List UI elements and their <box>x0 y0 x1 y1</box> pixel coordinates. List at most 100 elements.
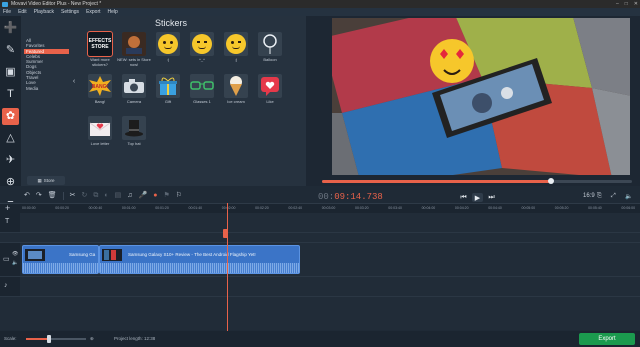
record-icon[interactable]: ● <box>153 192 157 200</box>
motion-tool-icon[interactable]: ✈ <box>2 152 19 169</box>
close-button[interactable]: ✕ <box>634 1 638 7</box>
menu-edit[interactable]: Edit <box>18 9 27 15</box>
track-visibility-icon[interactable]: 👁 <box>12 251 18 257</box>
export-button[interactable]: Export <box>579 333 635 345</box>
scale-handle[interactable] <box>46 335 51 343</box>
rotate-icon[interactable]: ↻ <box>82 192 88 200</box>
snapshot-icon[interactable]: ⎘ <box>597 193 602 200</box>
collapse-panel-button[interactable]: ‹ <box>71 78 77 86</box>
sticker-tile-balloon[interactable] <box>258 32 282 56</box>
import-tool-icon[interactable]: ➕ <box>2 20 19 37</box>
zoom-in-icon[interactable]: ⊕ <box>90 336 94 342</box>
window-controls: – □ ✕ <box>616 1 638 7</box>
ruler-tick: 00:02:20 <box>255 206 269 210</box>
sticker-tile-camera[interactable] <box>122 74 146 98</box>
seek-progress <box>322 180 552 183</box>
sticker-tile-gift[interactable] <box>156 74 180 98</box>
effects-store-tile: EFFECTS STORE <box>88 32 112 56</box>
gap-lane <box>0 233 640 243</box>
audio-track[interactable]: ♪ <box>0 277 640 297</box>
app-icon <box>2 1 8 7</box>
playhead-marker[interactable] <box>223 229 228 238</box>
sticker-tile-wink[interactable] <box>224 32 248 56</box>
redo-icon[interactable]: ↷ <box>36 192 42 200</box>
color-adjust-icon[interactable]: ◐ <box>104 192 108 200</box>
stickers-tool-icon[interactable]: ✿ <box>2 108 19 125</box>
volume-icon[interactable]: 🔈 <box>625 193 632 200</box>
titles-tool-icon[interactable]: T <box>2 86 19 103</box>
video-preview[interactable] <box>332 18 630 175</box>
sticker-label: Ice cream <box>227 99 245 104</box>
delete-icon[interactable]: 🗑 <box>48 192 57 200</box>
clip-properties-icon[interactable]: ▤ <box>115 192 122 200</box>
sticker-label: NEW: sets in Store now! <box>117 57 151 67</box>
sticker-label: Like <box>266 99 274 104</box>
sticker-label: Love letter <box>90 141 110 146</box>
menu-export[interactable]: Export <box>86 9 100 15</box>
video-track[interactable]: ▭ 👁 🔈 Samsung Ga Samsung Galaxy S10+ Rev… <box>0 243 640 277</box>
scale-slider[interactable] <box>26 335 86 343</box>
ruler-tick: 00:05:20 <box>554 206 569 210</box>
ice-cream-icon <box>230 76 242 96</box>
add-track-icon[interactable]: + <box>5 204 10 213</box>
ruler-tick: 00:04:40 <box>488 206 502 210</box>
microphone-icon[interactable]: 🎤 <box>139 192 148 200</box>
sticker-label: :) <box>166 57 170 62</box>
menu-playback[interactable]: Playback <box>34 9 54 15</box>
sticker-tile-icecream[interactable] <box>224 74 248 98</box>
sticker-tile-happy[interactable] <box>190 32 214 56</box>
sticker-tile-smile[interactable] <box>156 32 180 56</box>
sticker-tile-new[interactable] <box>122 32 146 56</box>
project-length: Project length: 12:38 <box>114 336 156 341</box>
callouts-tool-icon[interactable]: △ <box>2 130 19 147</box>
audio-track-header: ♪ <box>0 277 20 296</box>
love-letter-icon <box>89 122 111 136</box>
timeline-ruler[interactable]: 00:00:00 00:00:20 00:00:40 00:01:00 00:01:20… <box>0 203 640 213</box>
fullscreen-icon[interactable]: ⤢ <box>611 193 616 200</box>
menu-file[interactable]: File <box>3 9 11 15</box>
happy-sticker-icon <box>192 34 212 54</box>
music-icon: ♪ <box>4 282 8 289</box>
preview-frame <box>332 18 630 175</box>
sticker-tile-letter[interactable] <box>88 116 112 140</box>
cut-icon[interactable]: ✂ <box>70 192 76 200</box>
previous-frame-button[interactable]: ⏮ <box>458 193 469 202</box>
clip-label: Samsung Ga <box>69 252 96 257</box>
video-track-header: ▭ 👁 🔈 <box>0 243 20 276</box>
category-item[interactable]: Media <box>24 86 69 91</box>
sticker-tile-like[interactable] <box>258 74 282 98</box>
menu-help[interactable]: Help <box>108 9 118 15</box>
zoom-tool-icon[interactable]: ⊕ <box>2 174 19 191</box>
sticker-tile-store[interactable]: EFFECTS STORE <box>87 31 113 57</box>
tools-sidebar: ➕✎▣T✿△✈⊕≡ <box>0 16 21 210</box>
minimize-button[interactable]: – <box>616 1 619 7</box>
ruler-tick: 00:02:00 <box>221 206 236 210</box>
playhead[interactable] <box>227 203 228 331</box>
transitions-tool-icon[interactable]: ▣ <box>2 64 19 81</box>
scale-fill <box>26 338 49 340</box>
sticker-label: Balloon <box>263 57 277 62</box>
video-clip-1[interactable]: Samsung Ga <box>22 245 99 274</box>
marker-icon[interactable]: ⚑ <box>163 192 169 200</box>
seek-bar[interactable] <box>322 178 632 184</box>
next-frame-button[interactable]: ⏭ <box>486 193 497 202</box>
store-button[interactable]: ▦ Store <box>27 176 65 185</box>
maximize-button[interactable]: □ <box>625 1 628 7</box>
sticker-tile-bang[interactable]: BANG! <box>88 74 112 98</box>
play-button[interactable]: ▶ <box>472 193 483 202</box>
title-track[interactable]: T <box>0 213 640 233</box>
aspect-ratio-button[interactable]: 16:9 <box>583 193 595 199</box>
video-clip-2[interactable]: Samsung Galaxy S10+ Review - The Best An… <box>99 245 300 274</box>
audio-icon[interactable]: ♫ <box>127 192 132 200</box>
track-mute-icon[interactable]: 🔈 <box>12 260 18 266</box>
stickers-panel: Stickers EFFECTS STORE Want more stickers… <box>81 16 306 186</box>
undo-icon[interactable]: ↶ <box>24 192 30 200</box>
sticker-tile-glasses[interactable] <box>190 74 214 98</box>
filters-tool-icon[interactable]: ✎ <box>2 42 19 59</box>
sticker-tile-tophat[interactable] <box>122 116 146 140</box>
store-icon: ▦ <box>37 177 42 183</box>
menu-settings[interactable]: Settings <box>61 9 79 15</box>
crop-icon[interactable]: ⧉ <box>93 192 98 200</box>
svg-text:BANG!: BANG! <box>92 84 109 90</box>
flag-icon[interactable]: ⚐ <box>176 192 182 200</box>
